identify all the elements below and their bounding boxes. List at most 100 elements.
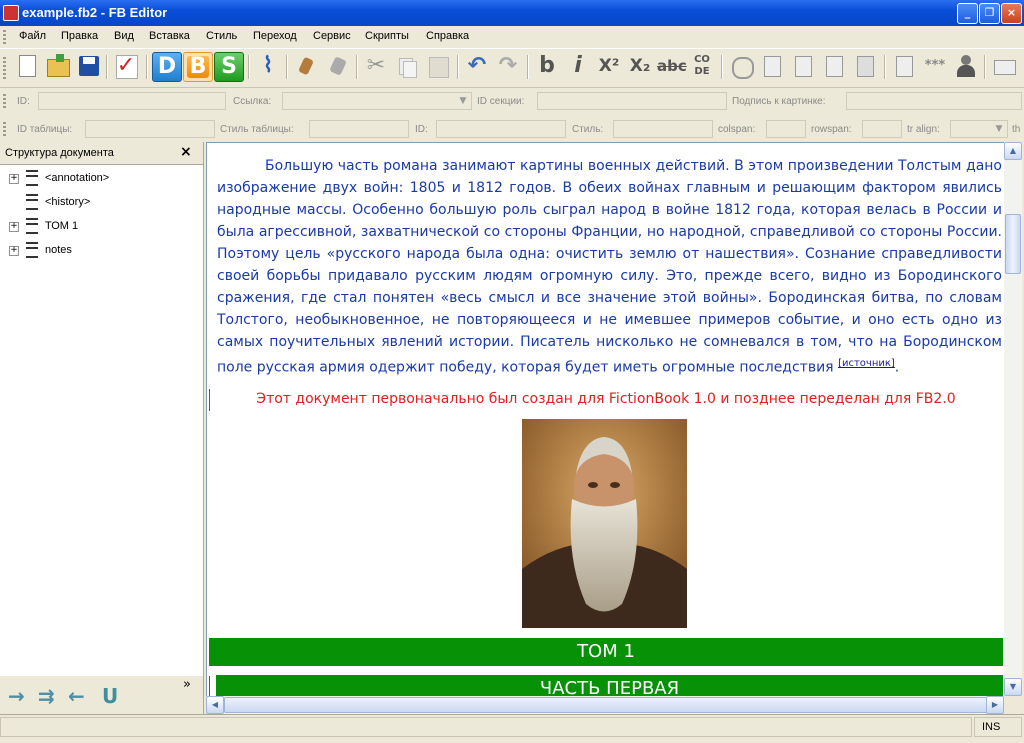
rowspan-label: rowspan:: [811, 124, 852, 135]
merge-u-icon[interactable]: U: [102, 684, 118, 708]
section-node-icon: [26, 218, 38, 234]
tr-align-select[interactable]: ▼: [950, 120, 1008, 138]
section-node-icon: [26, 170, 38, 186]
body-mode-button[interactable]: B: [183, 52, 213, 82]
tree-item-annotation[interactable]: + <annotation>: [6, 168, 196, 190]
more-chevron-icon[interactable]: »: [183, 677, 191, 692]
redo-icon[interactable]: ↷: [494, 52, 522, 80]
structure-panel-header: Структура документа ×: [0, 142, 203, 165]
menu-edit[interactable]: Правка: [61, 30, 98, 42]
description-mode-button[interactable]: D: [152, 52, 182, 82]
image-caption-field[interactable]: [846, 92, 1022, 110]
scroll-down-icon[interactable]: ▼: [1004, 678, 1022, 696]
vertical-scroll-thumb[interactable]: [1005, 214, 1021, 274]
menu-file[interactable]: Файл: [19, 30, 46, 42]
validate-check-icon[interactable]: ✓: [112, 52, 140, 80]
document-editor[interactable]: Большую часть романа занимают картины во…: [206, 142, 1006, 698]
menu-view[interactable]: Вид: [114, 30, 134, 42]
tree-item-label: ТОМ 1: [45, 220, 79, 232]
body-mode-label: B: [189, 54, 207, 79]
tree-item-label: notes: [45, 244, 72, 256]
bold-icon[interactable]: b: [533, 52, 561, 80]
status-main-pane: [0, 717, 972, 737]
menu-style[interactable]: Стиль: [206, 30, 237, 42]
code-icon[interactable]: CO DE: [688, 52, 716, 80]
volume-title[interactable]: ТОМ 1: [209, 638, 1003, 666]
close-button[interactable]: ×: [1001, 3, 1022, 24]
strikethrough-icon[interactable]: abc: [657, 52, 687, 80]
tree-item-notes[interactable]: + notes: [6, 240, 196, 262]
id-field[interactable]: [38, 92, 226, 110]
stars-icon[interactable]: ***: [921, 52, 949, 80]
maximize-button[interactable]: ❐: [979, 3, 1000, 24]
menu-tools[interactable]: Сервис: [313, 30, 351, 42]
new-document-icon[interactable]: [13, 52, 41, 80]
body-paragraph[interactable]: Большую часть романа занимают картины во…: [217, 155, 1002, 379]
merge-icon[interactable]: [890, 52, 918, 80]
italic-icon[interactable]: i: [564, 52, 592, 80]
tree-item-history[interactable]: <history>: [6, 192, 196, 214]
section-id-label: ID секции:: [477, 96, 525, 107]
add-image-icon[interactable]: [820, 52, 848, 80]
menu-insert[interactable]: Вставка: [149, 30, 190, 42]
add-title-icon[interactable]: [758, 52, 786, 80]
expand-icon[interactable]: +: [9, 174, 19, 184]
minimize-button[interactable]: _: [957, 3, 978, 24]
expand-icon[interactable]: +: [9, 246, 19, 256]
save-icon[interactable]: [75, 52, 103, 80]
close-icon[interactable]: ×: [180, 144, 192, 160]
section-id-field[interactable]: [537, 92, 727, 110]
section-node-icon: [26, 242, 38, 258]
chevron-down-icon[interactable]: ▼: [456, 94, 470, 108]
paragraph-text: Большую часть романа занимают картины во…: [217, 158, 1002, 376]
add-epigraph-icon[interactable]: [789, 52, 817, 80]
colspan-field[interactable]: [766, 120, 806, 138]
superscript-icon[interactable]: X²: [595, 52, 623, 80]
scroll-right-icon[interactable]: ▶: [986, 696, 1004, 714]
horizontal-scrollbar[interactable]: ◀ ▶: [206, 696, 1004, 714]
author-person-icon[interactable]: [952, 52, 980, 80]
move-right-icon[interactable]: →: [8, 684, 25, 708]
add-section-icon[interactable]: [727, 52, 755, 80]
scroll-up-icon[interactable]: ▲: [1004, 142, 1022, 160]
move-multiple-icon[interactable]: ⇉: [38, 684, 55, 708]
paste-icon[interactable]: [424, 52, 452, 80]
move-left-icon[interactable]: ←: [68, 684, 85, 708]
chevron-down-icon[interactable]: ▼: [992, 122, 1006, 136]
expand-icon[interactable]: +: [9, 222, 19, 232]
window-title: example.fb2 - FB Editor: [22, 5, 168, 20]
rowspan-field[interactable]: [862, 120, 902, 138]
style-field[interactable]: [613, 120, 713, 138]
undo-icon[interactable]: ↶: [463, 52, 491, 80]
add-annotation-icon[interactable]: [851, 52, 879, 80]
open-folder-icon[interactable]: [44, 52, 72, 80]
tree-item-tom1[interactable]: + ТОМ 1: [6, 216, 196, 238]
horizontal-scroll-thumb[interactable]: [224, 697, 988, 713]
cut-icon[interactable]: ✂: [362, 52, 390, 80]
menu-help[interactable]: Справка: [426, 30, 469, 42]
tr-align-label: tr align:: [907, 124, 940, 135]
link-select[interactable]: ▼: [282, 92, 472, 110]
replace-icon[interactable]: [324, 52, 352, 80]
source-link[interactable]: [источник]: [838, 358, 895, 369]
source-mode-label: S: [221, 54, 237, 79]
subscript-icon[interactable]: X₂: [626, 52, 654, 80]
menu-bar: Файл Правка Вид Вставка Стиль Переход Се…: [0, 26, 1024, 49]
table-id-field[interactable]: [85, 120, 215, 138]
document-note[interactable]: Этот документ первоначально был создан д…: [207, 391, 1005, 407]
table-style-field[interactable]: [309, 120, 409, 138]
attach-paperclip-icon[interactable]: ⌇: [254, 52, 282, 80]
scroll-left-icon[interactable]: ◀: [206, 696, 224, 714]
envelope-icon[interactable]: [990, 52, 1018, 80]
cell-id-field[interactable]: [436, 120, 566, 138]
part-title[interactable]: ЧАСТЬ ПЕРВАЯ: [216, 675, 1003, 697]
source-mode-button[interactable]: S: [214, 52, 244, 82]
author-portrait-image[interactable]: [522, 419, 687, 628]
menu-scripts[interactable]: Скрипты: [365, 30, 409, 42]
copy-icon[interactable]: [393, 52, 421, 80]
window-title-bar[interactable]: example.fb2 - FB Editor _ ❐ ×: [0, 0, 1024, 26]
find-icon[interactable]: [293, 52, 321, 80]
structure-panel-title: Структура документа: [5, 147, 114, 159]
menu-navigate[interactable]: Переход: [253, 30, 297, 42]
vertical-scrollbar[interactable]: ▲ ▼: [1004, 142, 1022, 696]
